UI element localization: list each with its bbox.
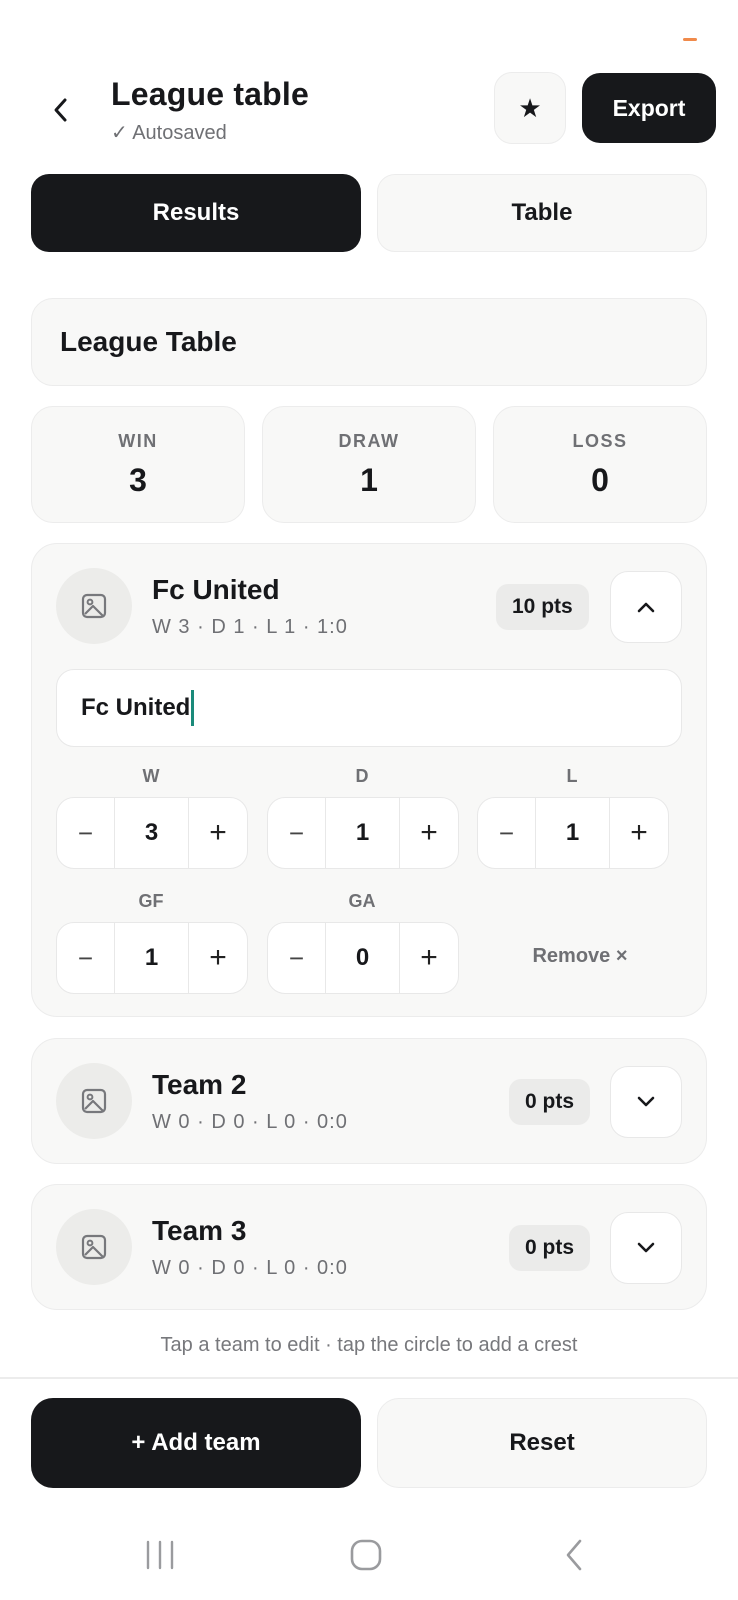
team-name: Team 2 (152, 1069, 247, 1100)
losses-stepper: − 1 + (477, 797, 669, 869)
reset-button[interactable]: Reset (377, 1398, 707, 1488)
add-team-button[interactable]: + Add team (31, 1398, 361, 1488)
stat-label-d: D (355, 766, 369, 786)
points-loss-value: 0 (591, 462, 609, 498)
wins-increment-button[interactable]: + (189, 798, 247, 868)
team-name-input-value: Fc United (81, 694, 191, 721)
team-summary: W 0 · D 0 · L 0 · 0:0 (152, 1111, 348, 1133)
back-icon (566, 1539, 582, 1571)
points-loss-card[interactable]: LOSS 0 (493, 406, 707, 523)
recent-apps-icon (146, 1540, 174, 1570)
image-icon (81, 1234, 107, 1260)
team-summary: W 0 · D 0 · L 0 · 0:0 (152, 1257, 348, 1279)
home-button[interactable] (336, 1530, 396, 1580)
points-win-label: WIN (118, 431, 158, 451)
chevron-down-icon (637, 1096, 655, 1107)
system-back-button[interactable] (544, 1530, 604, 1580)
goals-against-value[interactable]: 0 (326, 923, 400, 993)
team-summary: W 3 · D 1 · L 1 · 1:0 (152, 616, 348, 638)
wins-stepper: − 3 + (56, 797, 248, 869)
image-icon (81, 1088, 107, 1114)
stat-label-gf: GF (138, 891, 164, 911)
favorite-button[interactable]: ★ (494, 72, 566, 144)
goals-against-decrement-button[interactable]: − (268, 923, 326, 993)
points-badge: 0 pts (509, 1079, 591, 1125)
chevron-up-icon (637, 602, 655, 613)
goals-for-stepper: − 1 + (56, 922, 248, 994)
tab-table[interactable]: Table (377, 174, 707, 252)
points-badge: 10 pts (496, 584, 589, 630)
draws-decrement-button[interactable]: − (268, 798, 326, 868)
team-card-collapsed[interactable]: Team 3 W 0 · D 0 · L 0 · 0:0 0 pts (31, 1184, 707, 1310)
losses-decrement-button[interactable]: − (478, 798, 536, 868)
collapse-button[interactable] (610, 571, 682, 643)
goals-for-decrement-button[interactable]: − (57, 923, 115, 993)
chevron-down-icon (637, 1242, 655, 1253)
team-card-expanded[interactable]: Fc United W 3 · D 1 · L 1 · 1:0 10 pts F… (31, 543, 707, 1017)
export-button[interactable]: Export (582, 73, 716, 143)
divider (0, 1377, 738, 1379)
team-card-collapsed[interactable]: Team 2 W 0 · D 0 · L 0 · 0:0 0 pts (31, 1038, 707, 1164)
recent-apps-button[interactable] (130, 1530, 190, 1580)
league-name-field[interactable]: League Table (31, 298, 707, 386)
wins-value[interactable]: 3 (115, 798, 189, 868)
points-draw-value: 1 (360, 462, 378, 498)
team-crest-button[interactable] (56, 1063, 132, 1139)
team-name: Fc United (152, 574, 280, 605)
stat-label-ga: GA (348, 891, 376, 911)
star-icon: ★ (518, 92, 542, 123)
goals-for-increment-button[interactable]: + (189, 923, 247, 993)
chevron-left-icon (54, 98, 67, 122)
stat-label-l: L (566, 766, 578, 786)
goals-against-stepper: − 0 + (267, 922, 459, 994)
goals-against-increment-button[interactable]: + (400, 923, 458, 993)
tab-results[interactable]: Results (31, 174, 361, 252)
remove-team-button[interactable]: Remove × (510, 936, 650, 976)
draws-increment-button[interactable]: + (400, 798, 458, 868)
points-loss-label: LOSS (572, 431, 628, 451)
expand-button[interactable] (610, 1066, 682, 1138)
expand-button[interactable] (610, 1212, 682, 1284)
draws-value[interactable]: 1 (326, 798, 400, 868)
status-indicator (683, 38, 697, 41)
page-title: League table (111, 76, 310, 112)
losses-increment-button[interactable]: + (610, 798, 668, 868)
draws-stepper: − 1 + (267, 797, 459, 869)
home-icon (350, 1539, 382, 1571)
autosave-status: ✓ Autosaved (111, 122, 227, 144)
back-button[interactable] (42, 88, 78, 132)
team-name-input[interactable]: Fc United (56, 669, 682, 747)
team-crest-button[interactable] (56, 1209, 132, 1285)
points-draw-label: DRAW (338, 431, 400, 451)
points-win-value: 3 (129, 462, 147, 498)
losses-value[interactable]: 1 (536, 798, 610, 868)
goals-for-value[interactable]: 1 (115, 923, 189, 993)
text-caret (191, 690, 195, 726)
image-icon (81, 593, 107, 619)
help-hint: Tap a team to edit · tap the circle to a… (160, 1334, 578, 1356)
points-draw-card[interactable]: DRAW 1 (262, 406, 476, 523)
team-name: Team 3 (152, 1215, 247, 1246)
points-badge: 0 pts (509, 1225, 591, 1271)
team-crest-button[interactable] (56, 568, 132, 644)
stat-label-w: W (142, 766, 160, 786)
points-win-card[interactable]: WIN 3 (31, 406, 245, 523)
wins-decrement-button[interactable]: − (57, 798, 115, 868)
